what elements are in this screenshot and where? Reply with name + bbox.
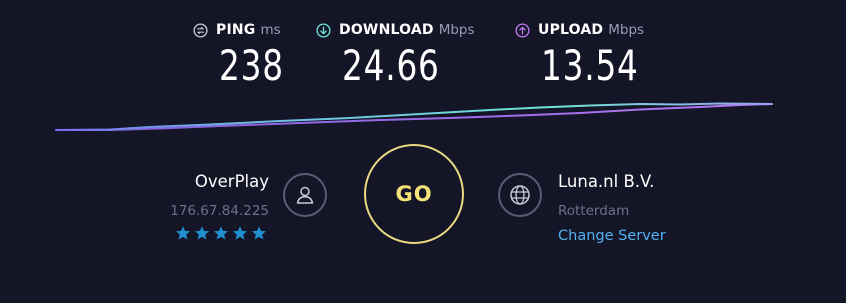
download-metric: DOWNLOAD Mbps 24.66: [316, 20, 475, 90]
go-button-label: GO: [395, 182, 433, 206]
server-name: Luna.nl B.V.: [558, 172, 655, 191]
account-button[interactable]: [283, 173, 327, 217]
download-header: DOWNLOAD Mbps: [316, 20, 475, 40]
user-icon: [296, 186, 314, 204]
upload-metric: UPLOAD Mbps 13.54: [515, 20, 644, 90]
ping-label: PING: [216, 22, 256, 38]
star-icon[interactable]: [175, 225, 191, 241]
upload-value: 13.54: [541, 41, 639, 90]
go-button[interactable]: GO: [364, 144, 464, 244]
download-label: DOWNLOAD: [339, 22, 434, 38]
download-arrow-icon: [316, 22, 331, 38]
server-button[interactable]: [498, 173, 542, 217]
upload-arrow-icon: [515, 22, 530, 38]
download-value: 24.66: [342, 41, 440, 90]
provider-name: OverPlay: [194, 172, 269, 191]
upload-label: UPLOAD: [538, 22, 604, 38]
globe-icon: [510, 185, 530, 205]
ping-icon: [193, 22, 208, 38]
star-icon[interactable]: [213, 225, 229, 241]
upload-header: UPLOAD Mbps: [515, 20, 644, 40]
star-icon[interactable]: [194, 225, 210, 241]
ping-header: PING ms: [193, 20, 281, 40]
ping-unit: ms: [260, 22, 281, 38]
star-icon[interactable]: [251, 225, 267, 241]
server-city: Rotterdam: [558, 203, 630, 219]
provider-ip: 176.67.84.225: [170, 203, 269, 219]
speed-graph: [55, 102, 773, 131]
download-unit: Mbps: [438, 22, 475, 38]
upload-unit: Mbps: [608, 22, 645, 38]
star-icon[interactable]: [232, 225, 248, 241]
change-server-link[interactable]: Change Server: [558, 228, 666, 244]
ping-metric: PING ms 238: [193, 20, 283, 90]
provider-rating[interactable]: [175, 225, 267, 241]
speedtest-panel: PING ms 238 DOWNLOAD Mbps 24.66 UPLOAD M…: [0, 0, 846, 303]
ping-value: 238: [219, 41, 284, 90]
